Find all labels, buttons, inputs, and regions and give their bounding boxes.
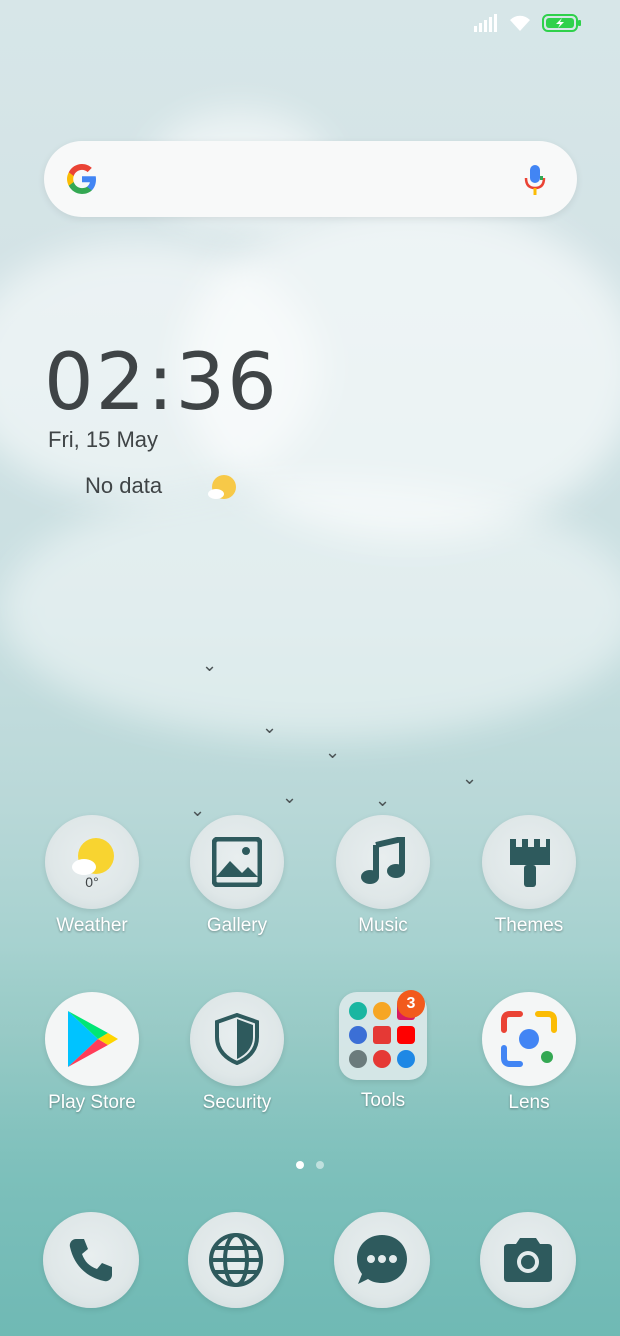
music-note-icon (336, 815, 430, 909)
app-label: Play Store (48, 1092, 136, 1113)
clock-time[interactable]: 02:36 (44, 338, 279, 428)
messages-icon (334, 1212, 430, 1308)
phone-icon (43, 1212, 139, 1308)
app-label: Lens (508, 1092, 550, 1113)
app-lens[interactable]: Lens (459, 992, 599, 1114)
lens-icon (482, 992, 576, 1086)
browser-globe-icon (188, 1212, 284, 1308)
wifi-icon (510, 15, 530, 31)
weather-sun-icon: 0° (45, 815, 139, 909)
page-indicator (0, 1161, 620, 1169)
folder-icon: 3 (339, 990, 427, 1080)
app-tools-folder[interactable]: 3 Tools (313, 990, 453, 1112)
mic-icon[interactable] (523, 163, 547, 197)
app-label: Tools (360, 1090, 406, 1111)
camera-icon (480, 1212, 576, 1308)
app-play-store[interactable]: Play Store (22, 992, 162, 1114)
dock-messages[interactable] (312, 1212, 452, 1308)
app-label: Weather (56, 915, 128, 936)
weather-status: No data (85, 473, 163, 498)
google-logo-icon (67, 164, 96, 194)
dock-phone[interactable] (21, 1212, 161, 1308)
signal-icon (474, 14, 497, 32)
dock-browser[interactable] (166, 1212, 306, 1308)
battery-charging-icon (542, 14, 581, 32)
notification-badge: 3 (397, 990, 425, 1018)
app-label: Themes (494, 915, 564, 936)
partly-sunny-icon (208, 475, 236, 499)
clock-date: Fri, 15 May (48, 427, 159, 452)
play-store-icon (45, 992, 139, 1086)
app-music[interactable]: Music (313, 815, 453, 937)
page-dot-active (296, 1161, 304, 1169)
app-label: Music (358, 915, 408, 936)
app-weather[interactable]: 0° Weather (22, 815, 162, 937)
app-label: Security (202, 1092, 272, 1113)
shield-icon (190, 992, 284, 1086)
google-search-bar[interactable] (44, 141, 577, 217)
weather-temp: 0° (85, 874, 98, 890)
page-dot (316, 1161, 324, 1169)
app-themes[interactable]: Themes (459, 815, 599, 937)
app-security[interactable]: Security (167, 992, 307, 1114)
app-label: Gallery (206, 915, 268, 936)
gallery-icon (190, 815, 284, 909)
paintbrush-icon (482, 815, 576, 909)
status-bar (474, 14, 582, 32)
app-gallery[interactable]: Gallery (167, 815, 307, 937)
dock-camera[interactable] (458, 1212, 598, 1308)
